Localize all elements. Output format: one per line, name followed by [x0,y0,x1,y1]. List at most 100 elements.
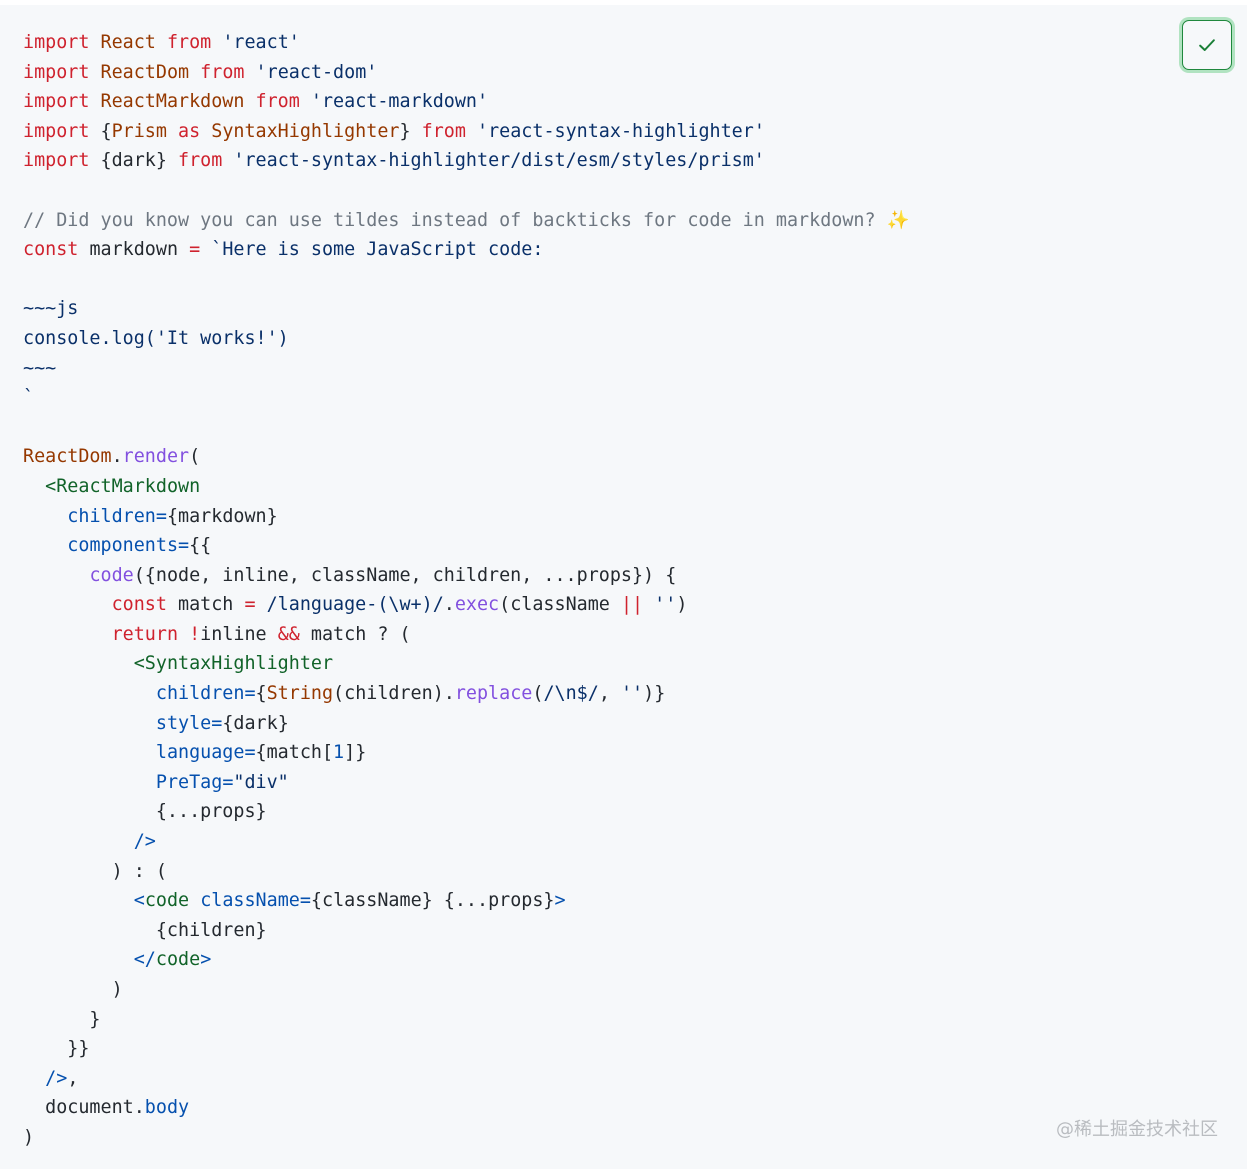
code-token-string: console.log('It works!') [23,327,289,349]
code-token-attr: 1 [333,742,345,764]
code-token-attr: = [222,771,234,793]
code-token-plain: { [255,683,267,705]
code-line: // Did you know you can use tildes inste… [23,206,910,236]
code-token-punct: { [100,120,112,142]
code-token-func: code [89,564,134,586]
code-token-plain: ) [23,1126,35,1148]
code-block[interactable]: import React from 'react' import ReactDom… [23,28,910,1153]
code-token-keyword: || [620,594,655,616]
code-token-plain: ( [189,446,201,468]
code-token-attr: children [155,683,245,705]
code-line: return !inline && match ? ( [23,620,910,650]
code-token-attr: = [178,535,190,557]
code-token-attr: /> [133,831,156,853]
code-line: children={markdown} [23,502,910,532]
code-token-ident: ReactDom [100,61,201,83]
code-token-plain: document. [23,1097,145,1119]
code-token-keyword: import [23,91,101,113]
code-token-ident: ReactDom [23,446,112,468]
code-token-attr: = [299,890,311,912]
code-line: ​ [23,265,910,295]
code-token-punct: {dark} [100,150,179,172]
code-line: ) [23,1123,910,1153]
code-line: ) : ( [23,857,910,887]
code-line: {...props} [23,797,910,827]
code-line: } [23,1005,910,1035]
code-token-attr: = [244,683,256,705]
code-line: ~~~js [23,294,910,324]
code-line: components={{ [23,531,910,561]
code-token-string: 'react-markdown' [310,91,489,113]
code-token-string: ~~~ [23,357,57,379]
code-token-ident: ReactMarkdown [100,91,256,113]
code-line: <SyntaxHighlighter [23,649,910,679]
code-line: {children} [23,916,910,946]
code-token-comment: // Did you know you can use tildes inste… [23,209,887,231]
code-token-keyword: = [244,594,267,616]
code-line: ReactDom.render( [23,442,910,472]
code-token-plain: } [23,1008,101,1030]
code-token-plain: ({node, inline, className, children, ...… [133,564,677,586]
code-token-string: /\n$/ [543,683,599,705]
code-block-panel: import React from 'react' import ReactDom… [0,5,1247,1169]
code-token-attr: className [200,890,300,912]
code-token-keyword: as [178,120,212,142]
code-token-attr: components [67,535,179,557]
code-line: import {Prism as SyntaxHighlighter} from… [23,117,910,147]
code-token-plain: ) : ( [23,860,167,882]
code-token-plain: markdown [89,239,190,261]
code-line: import {dark} from 'react-syntax-highlig… [23,146,910,176]
code-token-plain: )} [643,683,666,705]
code-token-attr: /> [45,1067,68,1089]
code-line: /> [23,827,910,857]
code-token-keyword: import [23,61,101,83]
code-token-plain: }} [23,1038,90,1060]
code-line: const markdown = `Here is some JavaScrip… [23,235,910,265]
code-token-keyword: const [23,239,90,261]
code-line: language={match[1]} [23,738,910,768]
code-token-keyword: from [166,32,223,53]
code-line: PreTag="div" [23,768,910,798]
code-token-plain: {children} [23,919,267,941]
code-token-string: `Here is some JavaScript code: [211,239,544,261]
code-token-tag: code [155,949,201,971]
copy-code-button[interactable] [1182,20,1232,70]
code-line: ​ [23,413,910,443]
code-token-attr: = [211,712,223,734]
code-line: console.log('It works!') [23,324,910,354]
code-token-attr: > [200,949,212,971]
code-token-ident: Prism [111,120,179,142]
code-token-string: "div" [233,771,289,793]
code-token-plain: (children). [333,683,455,705]
code-token-keyword: ! [189,623,201,645]
code-line: ) [23,975,910,1005]
code-token-plain: match ? ( [310,623,411,645]
code-line: import ReactMarkdown from 'react-markdow… [23,87,910,117]
check-icon [1199,39,1215,51]
code-token-attr: style [155,712,212,734]
code-token-func: render [122,446,190,468]
code-line: children={String(children).replace(/\n$/… [23,679,910,709]
code-token-attr: PreTag [155,771,223,793]
code-token-ident: SyntaxHighlighter [211,120,400,142]
code-token-plain: , [67,1067,79,1089]
code-token-attr: language [155,742,245,764]
code-token-keyword: from [421,120,478,142]
code-token-keyword: const [111,594,179,616]
code-token-keyword: return [111,623,190,645]
code-line: style={dark} [23,709,910,739]
code-token-func: replace [454,683,533,705]
code-line: ` [23,383,910,413]
